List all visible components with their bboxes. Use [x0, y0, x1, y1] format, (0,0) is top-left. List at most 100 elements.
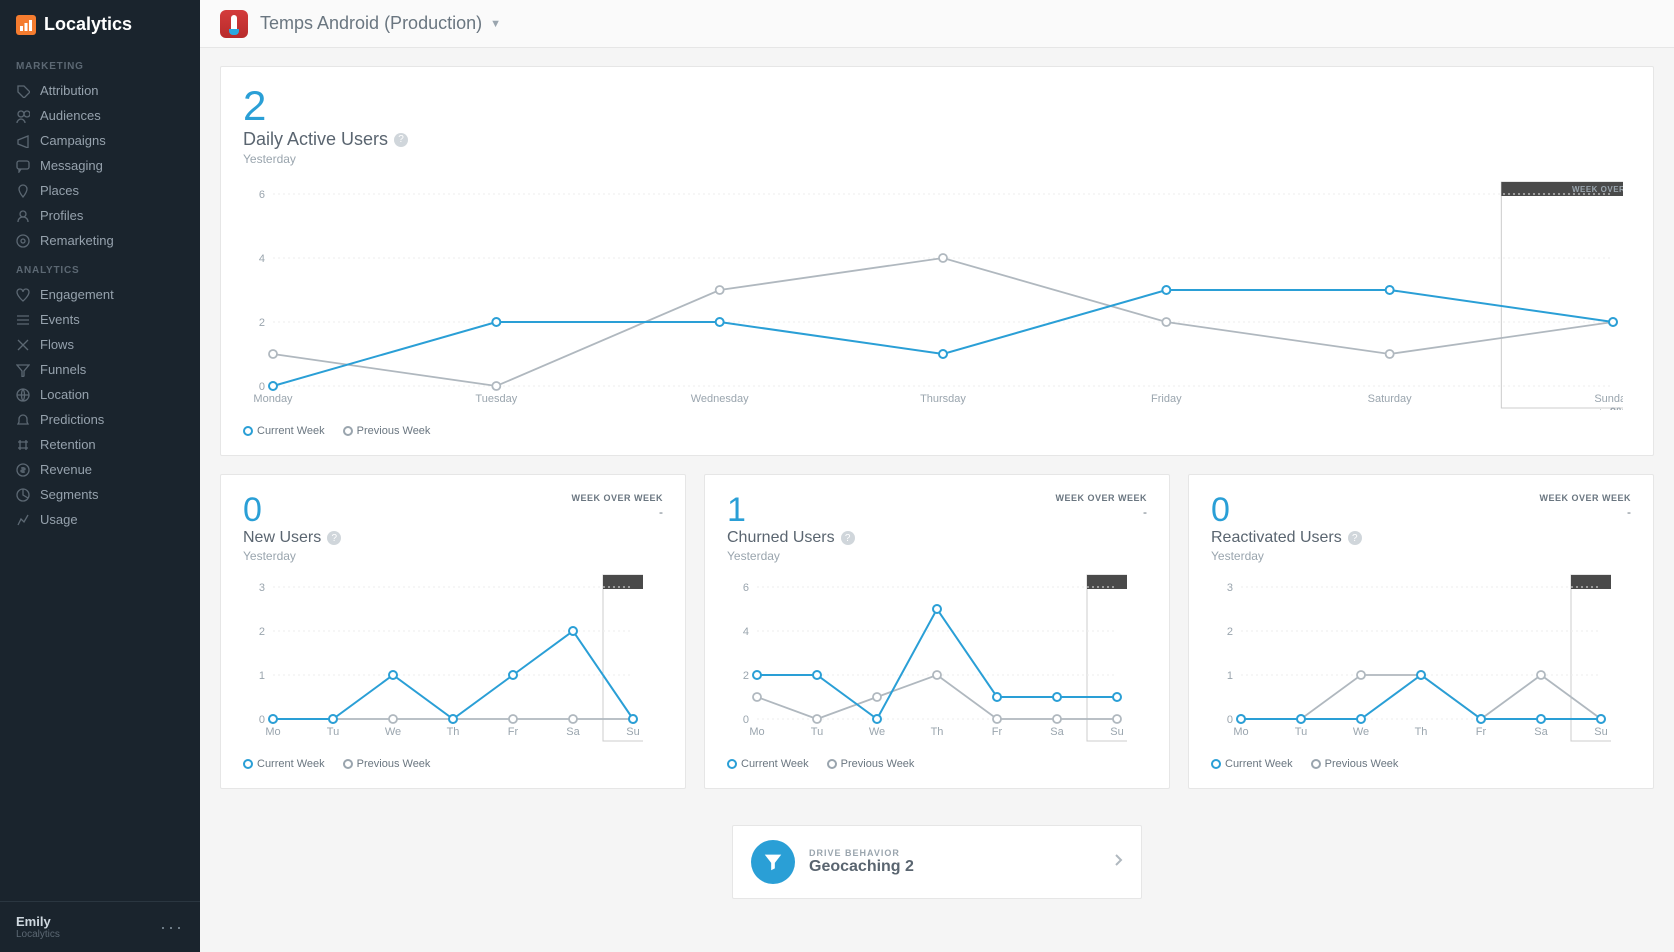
help-icon[interactable]: ? [327, 531, 341, 545]
sidebar-item-places[interactable]: Places [0, 178, 200, 203]
nav-section-title: MARKETING [0, 49, 200, 78]
megaphone-icon [16, 134, 30, 148]
sidebar-item-funnels[interactable]: Funnels [0, 357, 200, 382]
legend-previous-week[interactable]: Previous Week [343, 425, 431, 437]
help-icon[interactable]: ? [394, 133, 408, 147]
drive-title: Geocaching 2 [809, 858, 914, 876]
bell-icon [16, 413, 30, 427]
sidebar-item-usage[interactable]: Usage [0, 507, 200, 532]
brand-icon [16, 15, 36, 35]
sidebar-item-segments[interactable]: Segments [0, 482, 200, 507]
legend-current-week[interactable]: Current Week [727, 758, 809, 770]
brand-name: Localytics [44, 14, 132, 35]
dau-subtitle: Yesterday [243, 152, 1631, 166]
users-icon [16, 109, 30, 123]
legend-previous-week[interactable]: Previous Week [1311, 758, 1399, 770]
drive-behavior-card[interactable]: DRIVE BEHAVIOR Geocaching 2 [732, 825, 1142, 899]
sidebar-item-attribution[interactable]: Attribution [0, 78, 200, 103]
svg-text:We: We [869, 726, 885, 738]
drive-label: DRIVE BEHAVIOR [809, 848, 914, 858]
help-icon[interactable]: ? [841, 531, 855, 545]
legend-current-week[interactable]: Current Week [243, 758, 325, 770]
sidebar-item-profiles[interactable]: Profiles [0, 203, 200, 228]
topbar: Temps Android (Production) ▼ [200, 0, 1674, 48]
help-icon[interactable]: ? [1348, 531, 1362, 545]
sidebar-user-name: Emily [16, 914, 60, 929]
dau-chart: WEEK OVER WEEK▲ 0%0246MondayTuesdayWedne… [243, 180, 1631, 415]
svg-text:6: 6 [743, 582, 749, 594]
app-title: Temps Android (Production) [260, 13, 482, 34]
funnel-icon [16, 363, 30, 377]
sidebar-item-engagement[interactable]: Engagement [0, 282, 200, 307]
dau-title: Daily Active Users [243, 129, 388, 150]
chat-icon [16, 159, 30, 173]
svg-text:Thursday: Thursday [920, 393, 966, 405]
svg-text:1: 1 [1227, 670, 1233, 682]
svg-text:WEEK OVER WEEK: WEEK OVER WEEK [1572, 185, 1623, 194]
legend-previous-week[interactable]: Previous Week [827, 758, 915, 770]
list-icon [16, 313, 30, 327]
profile-icon [16, 209, 30, 223]
reactivated-value: 0 [1211, 493, 1362, 527]
svg-text:▲ 0%: ▲ 0% [1594, 405, 1623, 410]
svg-text:Saturday: Saturday [1368, 393, 1413, 405]
svg-text:Fr: Fr [508, 726, 519, 738]
svg-text:3: 3 [1227, 582, 1233, 594]
svg-text:Monday: Monday [253, 393, 293, 405]
sidebar-item-audiences[interactable]: Audiences [0, 103, 200, 128]
churned-chart: 0246MoTuWeThFrSaSu [727, 573, 1147, 748]
sidebar: Localytics MARKETINGAttributionAudiences… [0, 0, 200, 952]
dollar-icon [16, 463, 30, 477]
dau-legend: Current Week Previous Week [243, 425, 1631, 437]
svg-text:We: We [385, 726, 401, 738]
app-switcher[interactable]: Temps Android (Production) ▼ [260, 13, 501, 34]
sidebar-user-org: Localytics [16, 929, 60, 940]
svg-text:4: 4 [743, 626, 749, 638]
new-users-card: 0 New Users? Yesterday WEEK OVER WEEK - … [220, 474, 686, 789]
sidebar-more-icon[interactable]: ··· [160, 917, 184, 938]
sidebar-item-events[interactable]: Events [0, 307, 200, 332]
pin-icon [16, 184, 30, 198]
svg-text:Fr: Fr [1476, 726, 1487, 738]
brand-logo[interactable]: Localytics [0, 0, 200, 49]
svg-text:1: 1 [259, 670, 265, 682]
svg-text:Mo: Mo [1233, 726, 1248, 738]
svg-text:3: 3 [259, 582, 265, 594]
svg-text:2: 2 [743, 670, 749, 682]
heart-icon [16, 288, 30, 302]
churned-wow: - [1055, 505, 1147, 519]
sidebar-item-messaging[interactable]: Messaging [0, 153, 200, 178]
svg-text:We: We [1353, 726, 1369, 738]
sidebar-item-flows[interactable]: Flows [0, 332, 200, 357]
app-icon [220, 10, 248, 38]
svg-text:2: 2 [1227, 626, 1233, 638]
svg-text:Friday: Friday [1151, 393, 1182, 405]
svg-text:Mo: Mo [749, 726, 764, 738]
sidebar-item-campaigns[interactable]: Campaigns [0, 128, 200, 153]
legend-current-week[interactable]: Current Week [1211, 758, 1293, 770]
sidebar-item-remarketing[interactable]: Remarketing [0, 228, 200, 253]
svg-text:Sa: Sa [1534, 726, 1548, 738]
sidebar-item-location[interactable]: Location [0, 382, 200, 407]
svg-text:6: 6 [259, 189, 265, 201]
svg-text:0: 0 [743, 714, 749, 726]
new-users-wow: - [571, 505, 663, 519]
sidebar-item-retention[interactable]: Retention [0, 432, 200, 457]
wow-label: WEEK OVER WEEK [571, 493, 663, 503]
svg-text:Sa: Sa [566, 726, 580, 738]
svg-text:Tu: Tu [811, 726, 823, 738]
content: 2 Daily Active Users ? Yesterday WEEK OV… [200, 48, 1674, 952]
chevron-right-icon [1115, 853, 1123, 871]
svg-text:Sunday: Sunday [1594, 393, 1623, 405]
legend-previous-week[interactable]: Previous Week [343, 758, 431, 770]
svg-text:Th: Th [447, 726, 460, 738]
churned-value: 1 [727, 493, 855, 527]
tag-icon [16, 84, 30, 98]
sidebar-item-predictions[interactable]: Predictions [0, 407, 200, 432]
dau-card: 2 Daily Active Users ? Yesterday WEEK OV… [220, 66, 1654, 456]
reactivated-chart: 0123MoTuWeThFrSaSu [1211, 573, 1631, 748]
svg-text:Tu: Tu [1295, 726, 1307, 738]
svg-text:4: 4 [259, 253, 265, 265]
legend-current-week[interactable]: Current Week [243, 425, 325, 437]
sidebar-item-revenue[interactable]: Revenue [0, 457, 200, 482]
